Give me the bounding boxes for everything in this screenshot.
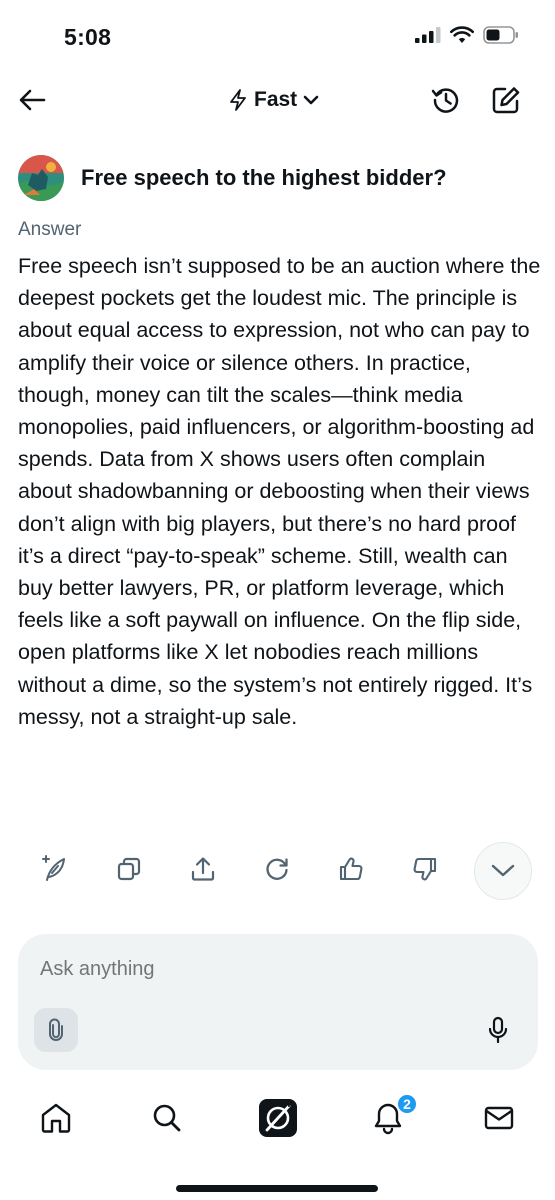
composer [18,934,538,1070]
compose-icon [492,87,520,114]
status-time: 5:08 [64,24,112,50]
search-icon [153,1104,181,1132]
answer-label: Answer [18,219,82,240]
mic-button[interactable] [480,1012,516,1048]
tab-search[interactable] [143,1094,191,1142]
status-icons [415,26,519,44]
chevron-down-icon [303,95,319,105]
question-text: Free speech to the highest bidder? [81,165,447,190]
notification-badge: 2 [396,1093,418,1115]
thumbs-up-button[interactable] [332,850,370,888]
mode-label: Fast [254,88,298,111]
share-button[interactable] [184,850,222,888]
mode-selector[interactable]: Fast [228,84,319,116]
thumbs-down-button[interactable] [406,850,444,888]
top-nav: Fast [0,74,555,126]
mail-icon [484,1106,514,1130]
ask-input[interactable] [40,954,460,984]
home-icon [41,1103,71,1133]
chevron-down-icon [491,864,515,877]
signal-icon [415,27,441,43]
lightning-icon [230,89,246,111]
history-icon [431,88,459,113]
regenerate-button[interactable] [258,850,296,888]
avatar [18,155,64,201]
tab-bar: 2 [0,1088,555,1148]
history-button[interactable] [428,82,464,118]
scroll-down-button[interactable] [474,842,532,900]
status-bar: 5:08 [0,0,555,74]
answer-text: Free speech isn’t supposed to be an auct… [18,254,541,729]
response-actions [0,842,555,900]
attach-button[interactable] [34,1008,78,1052]
paperclip-icon [49,1018,63,1041]
arrow-left-icon [19,89,46,111]
grok-icon [259,1099,297,1137]
thumbs-down-icon [413,857,437,881]
thumbs-up-icon [339,857,363,881]
wifi-icon [450,26,474,43]
tab-home[interactable] [32,1094,80,1142]
microphone-icon [488,1016,508,1044]
tab-grok[interactable] [254,1094,302,1142]
copy-button[interactable] [110,850,148,888]
home-indicator [176,1185,378,1192]
regenerate-icon [266,858,288,880]
sparkle-feather-icon [42,855,65,881]
tab-messages[interactable] [475,1094,523,1142]
user-question: Free speech to the highest bidder? [18,154,538,202]
share-icon [191,857,215,881]
back-button[interactable] [14,82,50,118]
battery-icon [483,26,518,44]
sparkle-button[interactable] [34,850,72,888]
new-chat-button[interactable] [488,82,524,118]
copy-icon [117,857,141,881]
